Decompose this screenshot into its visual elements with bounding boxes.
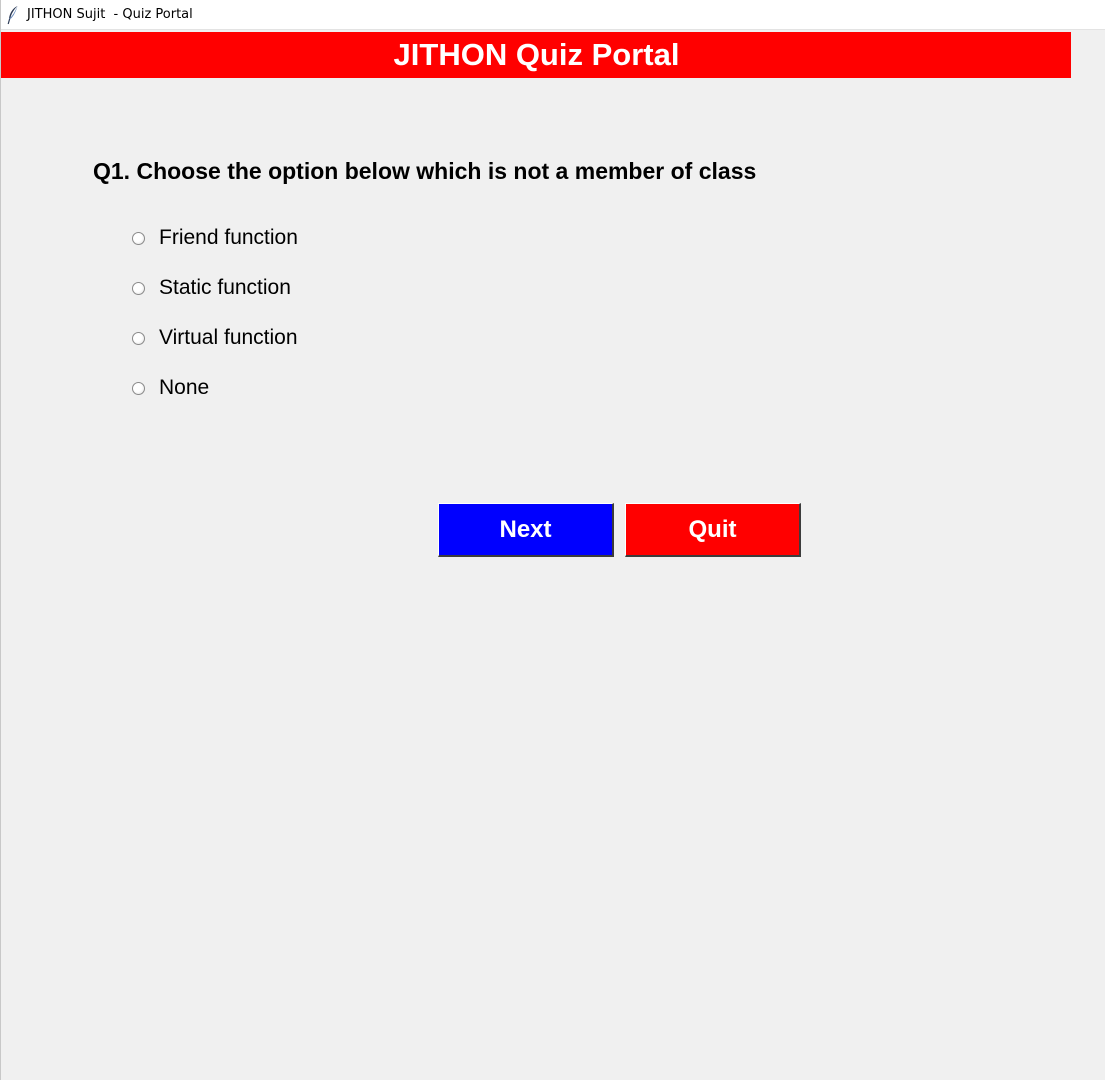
option-none[interactable]: None — [132, 374, 209, 402]
quit-button[interactable]: Quit — [625, 503, 801, 557]
radio-button[interactable] — [132, 381, 145, 395]
app-window: JITHON Sujit - Quiz Portal JITHON Quiz P… — [0, 0, 1105, 1080]
option-label: Static function — [159, 276, 291, 299]
option-label: Friend function — [159, 226, 298, 249]
radio-button[interactable] — [132, 231, 145, 245]
option-static-function[interactable]: Static function — [132, 274, 291, 302]
header-banner: JITHON Quiz Portal — [1, 32, 1071, 78]
question-text: Q1. Choose the option below which is not… — [93, 158, 757, 184]
option-label: None — [159, 376, 210, 399]
option-label: Virtual function — [159, 326, 298, 349]
page-title: JITHON Quiz Portal — [393, 37, 680, 72]
radio-button[interactable] — [132, 331, 145, 345]
next-button[interactable]: Next — [438, 503, 614, 557]
option-virtual-function[interactable]: Virtual function — [132, 324, 298, 352]
window-titlebar: JITHON Sujit - Quiz Portal — [1, 0, 1105, 30]
feather-icon — [6, 5, 20, 25]
window-title: JITHON Sujit - Quiz Portal — [27, 7, 193, 22]
option-friend-function[interactable]: Friend function — [132, 224, 298, 252]
radio-button[interactable] — [132, 281, 145, 295]
